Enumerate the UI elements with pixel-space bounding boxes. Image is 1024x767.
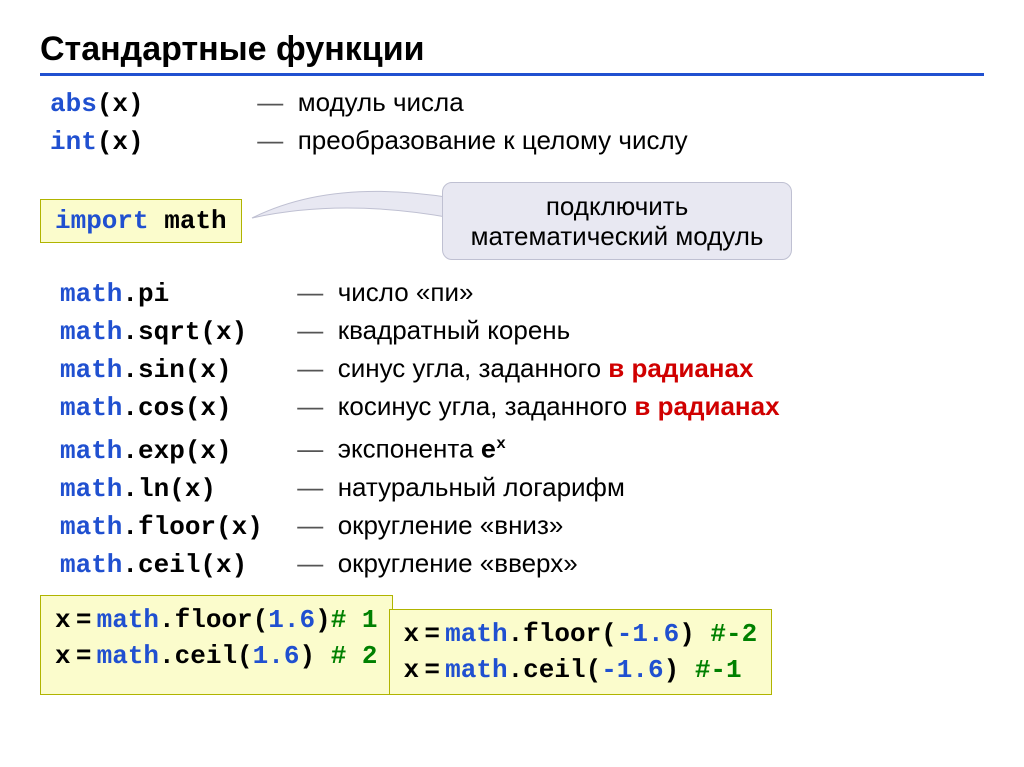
fn-row-int: int(x) — преобразование к целому числу [50,122,984,160]
fn-desc-pre: синус угла, заданного [338,353,609,383]
fn-desc-emph: в радианах [634,391,779,421]
page-title: Стандартные функции [40,30,984,76]
fn-desc-pre: экспонента [338,434,481,464]
fn-desc: число «пи» [338,277,474,307]
obj: math [60,436,122,466]
callout-box: подключить математический модуль [442,182,793,260]
fn-desc: модуль числа [298,87,464,117]
dash: — [297,434,323,464]
fn-args: (x) [97,127,144,157]
dash: — [297,548,323,578]
member: .ln(x) [122,474,216,504]
dash: — [297,353,323,383]
fn-desc: округление «вниз» [338,510,564,540]
fn-row-cos: math.cos(x) — косинус угла, заданного в … [60,388,984,426]
member: .exp(x) [122,436,231,466]
callout-line1: подключить [471,191,764,221]
member: .cos(x) [122,393,231,423]
obj: math [60,393,122,423]
fn-row-exp: math.exp(x) — экспонента ex [60,426,984,469]
obj: math [60,279,122,309]
code-line: x = math.floor(1.6)# 1 [55,602,378,638]
fn-row-abs: abs(x) — модуль числа [50,84,984,122]
member: .ceil(x) [122,550,247,580]
dash: — [297,315,323,345]
code-line: x = math.floor(-1.6) #-2 [404,616,758,652]
import-module: math [164,206,226,236]
obj: math [60,317,122,347]
fn-args: (x) [97,89,144,119]
math-block: math.pi — число «пи» math.sqrt(x) — квад… [50,274,984,583]
fn-desc: преобразование к целому числу [298,125,688,155]
import-box: import math [40,199,242,243]
dash: — [297,510,323,540]
dash: — [297,472,323,502]
fn-desc: округление «вверх» [338,548,578,578]
builtins-block: abs(x) — модуль числа int(x) — преобразо… [40,84,984,160]
code-line: x = math.ceil(-1.6) #-1 [404,652,758,688]
fn-name: abs [50,89,97,119]
fn-name: int [50,127,97,157]
import-row: import math подключить математический мо… [40,182,984,260]
fn-desc-pre: косинус угла, заданного [338,391,635,421]
fn-row-pi: math.pi — число «пи» [60,274,984,312]
exp-power: x [496,435,506,453]
fn-row-sin: math.sin(x) — синус угла, заданного в ра… [60,350,984,388]
import-keyword: import [55,206,149,236]
fn-row-sqrt: math.sqrt(x) — квадратный корень [60,312,984,350]
example-box-a: x = math.floor(1.6)# 1 x = math.ceil(1.6… [40,595,393,695]
obj: math [60,512,122,542]
code-line: x = math.ceil(1.6) # 2 [55,638,378,674]
fn-desc-emph: в радианах [608,353,753,383]
dash: — [297,391,323,421]
fn-row-ceil: math.ceil(x) — округление «вверх» [60,545,984,583]
member: .pi [122,279,169,309]
fn-row-ln: math.ln(x) — натуральный логарифм [60,469,984,507]
member: .floor(x) [122,512,262,542]
obj: math [60,550,122,580]
example-box-b: x = math.floor(-1.6) #-2 x = math.ceil(-… [389,609,773,695]
dash: — [257,125,283,155]
callout-tail-icon [242,178,462,238]
obj: math [60,474,122,504]
callout-line2: математический модуль [471,221,764,251]
example-boxes: x = math.floor(1.6)# 1 x = math.ceil(1.6… [40,595,984,695]
fn-desc: квадратный корень [338,315,571,345]
member: .sqrt(x) [122,317,247,347]
fn-row-floor: math.floor(x) — округление «вниз» [60,507,984,545]
dash: — [257,87,283,117]
exp-base: e [481,436,497,466]
member: .sin(x) [122,355,231,385]
fn-desc: натуральный логарифм [338,472,625,502]
dash: — [297,277,323,307]
obj: math [60,355,122,385]
